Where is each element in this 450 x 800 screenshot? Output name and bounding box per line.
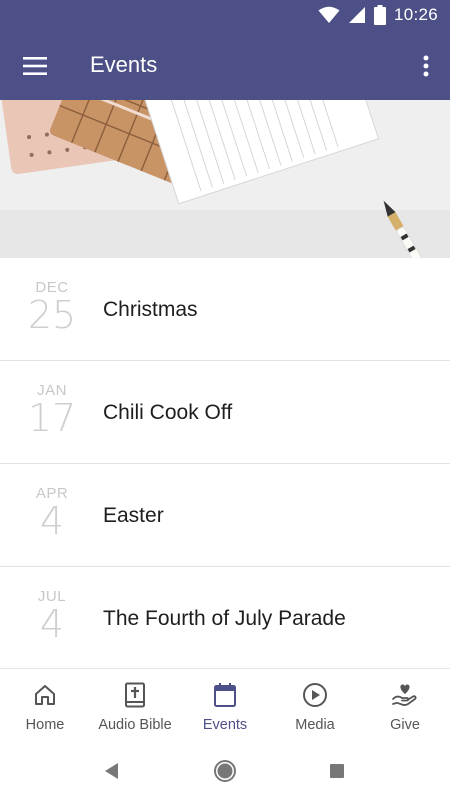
home-system-button[interactable] — [212, 758, 238, 784]
home-icon — [31, 681, 59, 709]
page-title: Events — [90, 52, 158, 77]
event-title: Christmas — [103, 298, 198, 321]
event-day: 25 — [27, 293, 77, 337]
back-button[interactable] — [99, 758, 125, 784]
nav-audio-bible[interactable]: Audio Bible — [90, 669, 180, 742]
nav-give[interactable]: Give — [360, 669, 450, 742]
nav-media[interactable]: Media — [270, 669, 360, 742]
event-title: The Fourth of July Parade — [103, 607, 346, 630]
event-item[interactable]: APR 4 Easter — [0, 464, 450, 567]
stationery-illustration — [0, 100, 450, 258]
event-day: 4 — [39, 602, 65, 646]
system-navigation-bar — [0, 742, 450, 800]
home-circle-icon — [214, 760, 236, 782]
event-date: APR 4 — [22, 486, 82, 543]
give-hand-heart-icon — [391, 681, 419, 709]
event-title: Chili Cook Off — [103, 401, 233, 424]
menu-button[interactable] — [14, 46, 56, 86]
nav-label: Give — [390, 717, 420, 733]
event-date: JUL 4 — [22, 589, 82, 646]
event-day: 4 — [39, 499, 65, 543]
nav-label: Audio Bible — [98, 717, 172, 733]
event-date: JAN 17 — [22, 383, 82, 440]
nav-label: Events — [202, 717, 248, 733]
recents-square-icon — [330, 764, 344, 778]
nav-events[interactable]: Events — [180, 669, 270, 742]
events-list: DEC 25 Christmas JAN 17 Chili Cook Off A… — [0, 258, 450, 670]
bible-icon — [121, 681, 149, 709]
app-bar: Events — [0, 32, 450, 100]
wifi-icon — [318, 6, 340, 23]
event-title: Easter — [103, 504, 164, 527]
more-vert-icon — [423, 55, 429, 77]
nav-label: Media — [295, 717, 335, 733]
hamburger-icon — [23, 57, 47, 75]
header-image — [0, 100, 450, 258]
calendar-icon — [211, 681, 239, 709]
overflow-menu-button[interactable] — [414, 46, 438, 86]
nav-home[interactable]: Home — [0, 669, 90, 742]
status-time: 10:26 — [393, 5, 438, 24]
event-date: DEC 25 — [22, 280, 82, 337]
status-icons: 10:26 — [318, 5, 438, 25]
event-item[interactable]: DEC 25 Christmas — [0, 258, 450, 361]
nav-label: Home — [25, 717, 65, 733]
event-item[interactable]: JAN 17 Chili Cook Off — [0, 361, 450, 464]
bottom-navigation: Home Audio Bible Events Media Give — [0, 668, 450, 742]
status-bar: 10:26 — [0, 0, 450, 32]
cell-signal-icon — [348, 7, 365, 23]
event-item[interactable]: JUL 4 The Fourth of July Parade — [0, 567, 450, 670]
battery-icon — [373, 5, 386, 25]
recents-button[interactable] — [324, 758, 350, 784]
event-day: 17 — [27, 396, 77, 440]
play-circle-icon — [301, 681, 329, 709]
back-triangle-icon — [105, 763, 118, 779]
